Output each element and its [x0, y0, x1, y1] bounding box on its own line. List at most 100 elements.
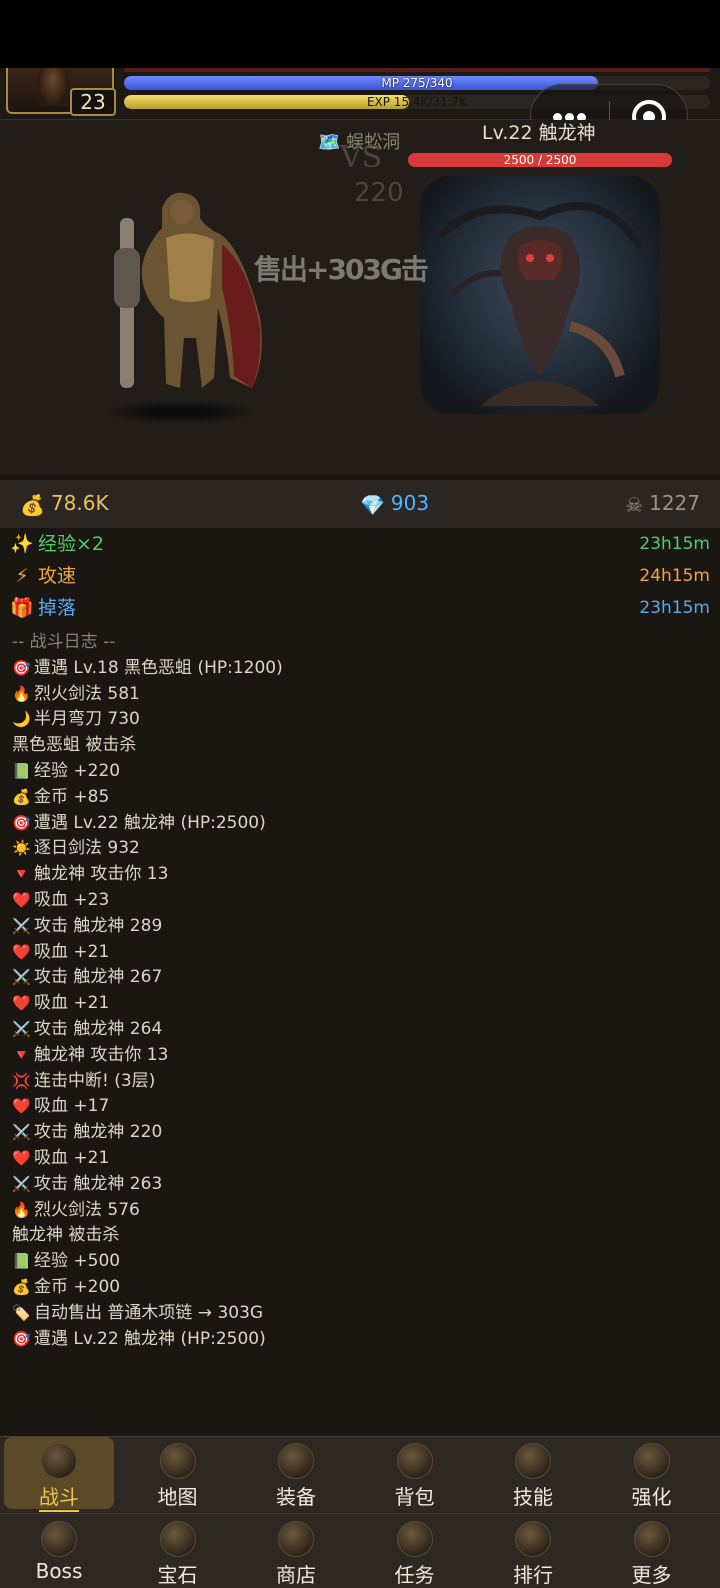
nav-label: Boss [35, 1559, 83, 1583]
log-entry-text: 黑色恶蛆 被击杀 [12, 735, 137, 756]
log-entry-text: 吸血 +21 [34, 993, 110, 1014]
nav-item-quests[interactable]: 任务 [360, 1515, 470, 1587]
log-entry-icon: 🔥 [12, 1200, 31, 1219]
log-entry: 黑色恶蛆 被击杀 [12, 733, 712, 759]
log-entry: 🎯 遭遇 Lv.22 触龙神 (HP:2500) [12, 811, 712, 837]
buff-item: ⚡ 攻速 24h15m [10, 560, 710, 592]
nav-item-battle[interactable]: 战斗 [4, 1437, 114, 1512]
log-entry-text: 吸血 +17 [34, 1096, 110, 1117]
skills-icon [515, 1443, 551, 1479]
log-entry: ☀️ 逐日剑法 932 [12, 836, 712, 862]
nav-item-bag[interactable]: 背包 [360, 1437, 470, 1509]
log-entry: ⚔️ 攻击 触龙神 289 [12, 914, 712, 940]
gem-counter: 💎 903 [360, 488, 429, 518]
more-icon [633, 1521, 670, 1557]
log-entry: 📗 经验 +500 [12, 1249, 712, 1275]
log-entry-icon: ⚔️ [12, 1174, 31, 1193]
log-entry-icon: 🎯 [12, 813, 31, 832]
log-entry: 💰 金币 +85 [12, 785, 712, 811]
log-entry: 🔻 触龙神 攻击你 13 [12, 862, 712, 888]
log-entry: 📗 经验 +220 [12, 759, 712, 785]
log-entry-icon: 💰 [12, 1277, 31, 1296]
nav-item-map[interactable]: 地图 [123, 1437, 233, 1509]
player-hp-bar [124, 68, 710, 72]
log-entry-icon: ❤️ [12, 942, 31, 961]
sparkles-icon: ✨ [10, 533, 34, 555]
map-icon [159, 1443, 196, 1479]
vs-label: VS [340, 140, 383, 175]
log-entry-text: 攻击 触龙神 267 [34, 967, 163, 988]
log-entry: 🎯 遭遇 Lv.22 触龙神 (HP:2500) [12, 1327, 712, 1353]
log-entry-text: 连击中断! (3层) [34, 1070, 156, 1091]
buff-item: ✨ 经验×2 23h15m [10, 528, 710, 560]
buff-label: 攻速 [38, 565, 77, 587]
nav-item-skills[interactable]: 技能 [478, 1437, 588, 1509]
log-entry-icon: ☀️ [12, 839, 31, 858]
diamond-icon: 💎 [360, 492, 385, 517]
log-entry-text: 经验 +500 [34, 1251, 121, 1272]
log-entry-icon: ⚔️ [12, 1123, 31, 1142]
log-entry-icon: 🎯 [12, 658, 31, 677]
kill-counter: ☠ 1227 [625, 488, 700, 518]
log-entry-text: 吸血 +21 [34, 1147, 110, 1168]
log-entry: ⚔️ 攻击 触龙神 220 [12, 1120, 712, 1146]
nav-item-gems[interactable]: 宝石 [123, 1515, 233, 1587]
buff-item: 🎁 掉落 23h15m [10, 592, 710, 624]
log-entry-icon: ❤️ [12, 994, 31, 1013]
shop-icon [278, 1521, 314, 1557]
log-entry-text: 金币 +200 [34, 1276, 121, 1297]
lightning-icon: ⚡ [15, 565, 29, 587]
enhance-icon [633, 1443, 670, 1479]
nav-label: 背包 [394, 1485, 435, 1509]
log-entry-text: 吸血 +21 [34, 941, 110, 962]
log-entry: 🔻 触龙神 攻击你 13 [12, 1043, 712, 1069]
log-entry: ❤️ 吸血 +21 [12, 940, 712, 966]
log-entry-text: 攻击 触龙神 264 [34, 1018, 163, 1039]
log-entry-text: 触龙神 攻击你 13 [34, 1044, 169, 1065]
log-entry: 🔥 烈火剑法 576 [12, 1198, 712, 1224]
nav-label: 任务 [394, 1563, 435, 1587]
map-icon: 🗺️ [318, 132, 341, 153]
enemy-name: Lv.22 触龙神 [482, 122, 596, 144]
buff-label: 掉落 [38, 597, 77, 619]
log-entry-icon: ⚔️ [12, 1019, 31, 1038]
nav-item-more[interactable]: 更多 [597, 1515, 707, 1587]
log-entry-text: 攻击 触龙神 289 [34, 915, 163, 936]
nav-label: 技能 [513, 1485, 553, 1509]
log-entry-text: 攻击 触龙神 263 [34, 1173, 163, 1194]
log-entry: ⚔️ 攻击 触龙神 264 [12, 1017, 712, 1043]
log-entry-icon: 🔻 [12, 1045, 31, 1064]
log-entry-text: 烈火剑法 576 [34, 1199, 140, 1220]
log-entry-icon: 💢 [12, 1071, 31, 1090]
nav-item-enhance[interactable]: 强化 [597, 1437, 707, 1509]
battle-icon [41, 1443, 77, 1479]
log-entry-text: 触龙神 攻击你 13 [34, 864, 169, 885]
enemy-dragon-image [420, 176, 660, 414]
gem-value: 903 [390, 491, 430, 515]
log-entry: 💰 金币 +200 [12, 1275, 712, 1301]
log-entry: ❤️ 吸血 +21 [12, 991, 712, 1017]
log-entry: 触龙神 被击杀 [12, 1223, 712, 1249]
nav-item-equipment[interactable]: 装备 [241, 1437, 351, 1509]
nav-item-shop[interactable]: 商店 [241, 1515, 351, 1587]
nav-item-boss[interactable]: Boss [4, 1515, 114, 1587]
buff-time: 23h15m [639, 534, 710, 554]
boss-icon [41, 1521, 77, 1557]
nav-item-ranking[interactable]: 排行 [478, 1515, 588, 1587]
player-level-badge: 23 [70, 88, 116, 116]
log-entry-text: 逐日剑法 932 [34, 838, 140, 859]
log-entry-icon: 🎯 [12, 1329, 31, 1348]
log-entry: ❤️ 吸血 +17 [12, 1094, 712, 1120]
nav-label: 强化 [631, 1485, 672, 1509]
log-entry-icon: ⚔️ [12, 916, 31, 935]
log-entry-icon: ❤️ [12, 1097, 31, 1116]
nav-label: 宝石 [157, 1563, 198, 1587]
player-portrait-figure [38, 68, 68, 106]
floating-combat-text: 售出+303G击 [254, 248, 429, 288]
log-entry-text: 经验 +220 [34, 760, 121, 781]
floating-sale-text: 售出+303G击 [254, 253, 429, 286]
log-entry: ⚔️ 攻击 触龙神 267 [12, 965, 712, 991]
log-entry-icon: ❤️ [12, 890, 31, 909]
log-entry: ❤️ 吸血 +23 [12, 888, 712, 914]
buff-time: 23h15m [639, 598, 710, 618]
